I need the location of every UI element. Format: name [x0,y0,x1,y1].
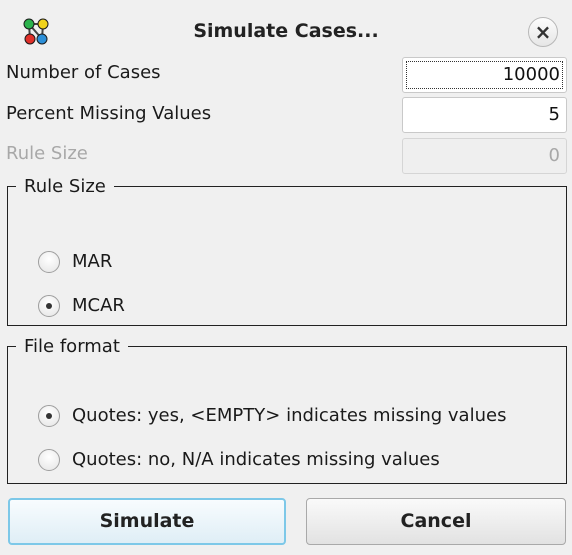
simulate-button[interactable]: Simulate [8,498,286,545]
number-of-cases-input[interactable]: 10000 [402,57,567,93]
title-bar: Simulate Cases... × [0,0,572,62]
file-format-group-title: File format [24,336,120,357]
radio-label: MAR [72,251,113,272]
percent-missing-values-label: Percent Missing Values [6,103,212,124]
radio-button[interactable] [38,251,60,273]
rule-size-label: Rule Size [6,143,88,164]
close-button[interactable]: × [528,17,558,47]
file-format-group: File format Quotes: yes, <EMPTY> indicat… [7,336,567,484]
radio-button[interactable] [38,295,60,317]
radio-button[interactable] [38,449,60,471]
window-title: Simulate Cases... [193,20,379,42]
radio-label: Quotes: yes, <EMPTY> indicates missing v… [72,405,507,426]
radio-label: Quotes: no, N/A indicates missing values [72,449,440,470]
radio-button[interactable] [38,405,60,427]
rule-size-group-title: Rule Size [24,176,106,197]
close-icon: × [534,20,552,44]
percent-missing-values-input[interactable]: 5 [402,97,567,133]
rule-size-input: 0 [402,138,567,174]
number-of-cases-label: Number of Cases [6,62,161,83]
rule-size-group: Rule Size MAR MCAR [7,176,567,326]
cancel-button[interactable]: Cancel [306,498,566,545]
radio-label: MCAR [72,295,125,316]
